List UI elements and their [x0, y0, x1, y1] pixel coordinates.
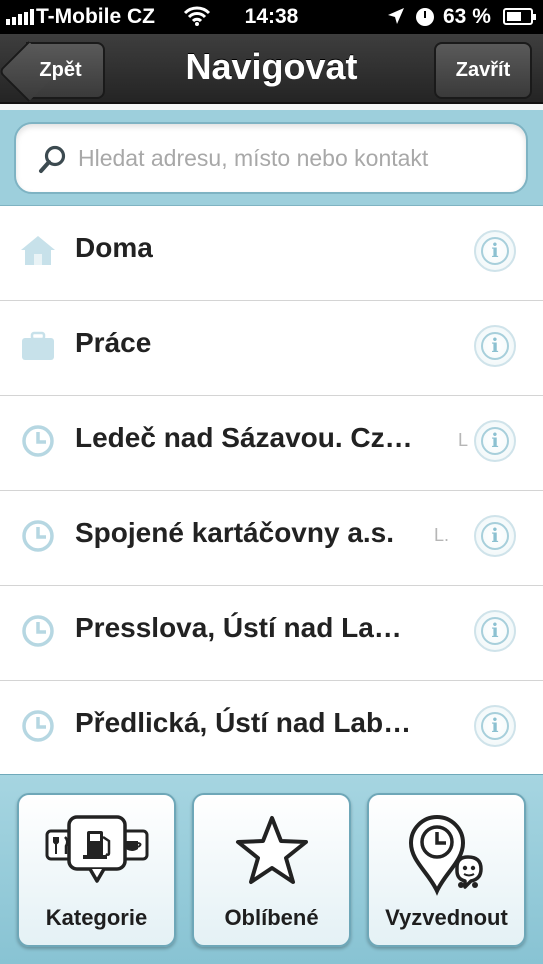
search-icon — [39, 145, 66, 173]
bottom-bar: Kategorie Oblíbené Vyzvednout — [0, 774, 543, 964]
home-icon — [21, 236, 55, 265]
pickup-button[interactable]: Vyzvednout — [367, 793, 526, 947]
list-item-label: Spojené kartáčovny a.s. — [75, 517, 395, 548]
status-bar: T-Mobile CZ 14:38 63 % — [0, 0, 543, 34]
info-button[interactable]: i — [474, 515, 516, 557]
navigation-bar: Zpět Navigovat Zavřít — [0, 34, 543, 110]
list-item-sublabel: L. — [434, 525, 450, 545]
info-icon: i — [481, 522, 509, 550]
info-icon: i — [481, 712, 509, 740]
clock-icon — [416, 8, 434, 26]
list-item-label: Práce — [75, 327, 152, 358]
pickup-clock-icon — [408, 814, 483, 896]
favorites-label: Oblíbené — [224, 905, 319, 930]
list-item-label: Předlická, Ústí nad Lab… — [75, 707, 412, 738]
recent-clock-icon — [22, 710, 54, 742]
info-button[interactable]: i — [474, 230, 516, 272]
list-item-label: Doma — [75, 232, 153, 263]
list-item-label: Ledeč nad Sázavou. Cz… — [75, 422, 413, 453]
location-arrow-icon — [386, 6, 406, 32]
info-icon: i — [481, 617, 509, 645]
recent-clock-icon — [22, 425, 54, 457]
categories-icon — [45, 815, 148, 883]
info-button[interactable]: i — [474, 705, 516, 747]
briefcase-icon — [22, 331, 54, 360]
list-item-sublabel: L — [458, 430, 469, 450]
info-icon: i — [481, 332, 509, 360]
destination-list: Doma i Práce i Ledeč nad Sázavou. Cz… L … — [0, 206, 543, 774]
info-button[interactable]: i — [474, 325, 516, 367]
categories-label: Kategorie — [45, 905, 148, 930]
pickup-label: Vyzvednout — [385, 905, 508, 930]
info-button[interactable]: i — [474, 420, 516, 462]
categories-button[interactable]: Kategorie — [17, 793, 176, 947]
back-button-label: Zpět — [39, 59, 82, 81]
close-button[interactable]: Zavřít — [434, 42, 532, 99]
info-icon: i — [481, 427, 509, 455]
recent-clock-icon — [22, 520, 54, 552]
list-item-recent[interactable]: Předlická, Ústí nad Lab… i — [0, 681, 543, 774]
search-input[interactable] — [78, 124, 518, 192]
battery-percent: 63 % — [443, 5, 491, 28]
search-area — [0, 112, 543, 206]
list-item-recent[interactable]: Presslova, Ústí nad La… i — [0, 586, 543, 681]
info-icon: i — [481, 237, 509, 265]
list-item-home[interactable]: Doma i — [0, 206, 543, 301]
list-item-recent[interactable]: Ledeč nad Sázavou. Cz… L i — [0, 396, 543, 491]
list-item-recent[interactable]: Spojené kartáčovny a.s. L. i — [0, 491, 543, 586]
recent-clock-icon — [22, 615, 54, 647]
info-button[interactable]: i — [474, 610, 516, 652]
battery-icon — [503, 8, 536, 25]
favorites-button[interactable]: Oblíbené — [192, 793, 351, 947]
search-box[interactable] — [14, 122, 528, 194]
star-icon — [235, 816, 308, 884]
list-item-work[interactable]: Práce i — [0, 301, 543, 396]
list-item-label: Presslova, Ústí nad La… — [75, 612, 402, 643]
